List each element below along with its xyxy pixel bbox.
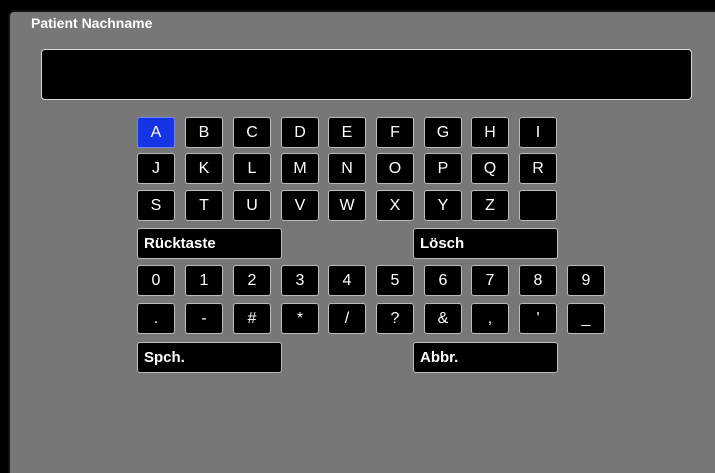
key-2[interactable]: 2	[233, 265, 271, 296]
key-f[interactable]: F	[376, 117, 414, 148]
key-1[interactable]: 1	[185, 265, 223, 296]
clear-button[interactable]: Lösch	[413, 228, 558, 259]
key-x[interactable]: X	[376, 190, 414, 221]
cancel-button[interactable]: Abbr.	[413, 342, 558, 373]
save-button[interactable]: Spch.	[137, 342, 282, 373]
key-period[interactable]: .	[137, 303, 175, 334]
key-ampersand[interactable]: &	[424, 303, 462, 334]
key-s[interactable]: S	[137, 190, 175, 221]
patient-lastname-field[interactable]	[41, 49, 692, 100]
key-3[interactable]: 3	[281, 265, 319, 296]
key-y[interactable]: Y	[424, 190, 462, 221]
key-k[interactable]: K	[185, 153, 223, 184]
backspace-button[interactable]: Rücktaste	[137, 228, 282, 259]
key-0[interactable]: 0	[137, 265, 175, 296]
key-t[interactable]: T	[185, 190, 223, 221]
key-d[interactable]: D	[281, 117, 319, 148]
key-l[interactable]: L	[233, 153, 271, 184]
key-c[interactable]: C	[233, 117, 271, 148]
key-n[interactable]: N	[328, 153, 366, 184]
key-hash[interactable]: #	[233, 303, 271, 334]
key-a[interactable]: A	[137, 117, 175, 148]
key-4[interactable]: 4	[328, 265, 366, 296]
key-comma[interactable]: ,	[471, 303, 509, 334]
key-r[interactable]: R	[519, 153, 557, 184]
key-apostrophe[interactable]: '	[519, 303, 557, 334]
key-q[interactable]: Q	[471, 153, 509, 184]
key-5[interactable]: 5	[376, 265, 414, 296]
key-8[interactable]: 8	[519, 265, 557, 296]
key-v[interactable]: V	[281, 190, 319, 221]
key-hyphen[interactable]: -	[185, 303, 223, 334]
key-h[interactable]: H	[471, 117, 509, 148]
key-i[interactable]: I	[519, 117, 557, 148]
key-g[interactable]: G	[424, 117, 462, 148]
key-e[interactable]: E	[328, 117, 366, 148]
key-asterisk[interactable]: *	[281, 303, 319, 334]
key-j[interactable]: J	[137, 153, 175, 184]
key-underscore[interactable]: _	[567, 303, 605, 334]
key-slash[interactable]: /	[328, 303, 366, 334]
key-m[interactable]: M	[281, 153, 319, 184]
key-space[interactable]	[519, 190, 557, 221]
key-w[interactable]: W	[328, 190, 366, 221]
key-p[interactable]: P	[424, 153, 462, 184]
key-9[interactable]: 9	[567, 265, 605, 296]
key-6[interactable]: 6	[424, 265, 462, 296]
dialog-title: Patient Nachname	[31, 15, 153, 31]
key-u[interactable]: U	[233, 190, 271, 221]
key-o[interactable]: O	[376, 153, 414, 184]
key-b[interactable]: B	[185, 117, 223, 148]
key-z[interactable]: Z	[471, 190, 509, 221]
key-question[interactable]: ?	[376, 303, 414, 334]
key-7[interactable]: 7	[471, 265, 509, 296]
